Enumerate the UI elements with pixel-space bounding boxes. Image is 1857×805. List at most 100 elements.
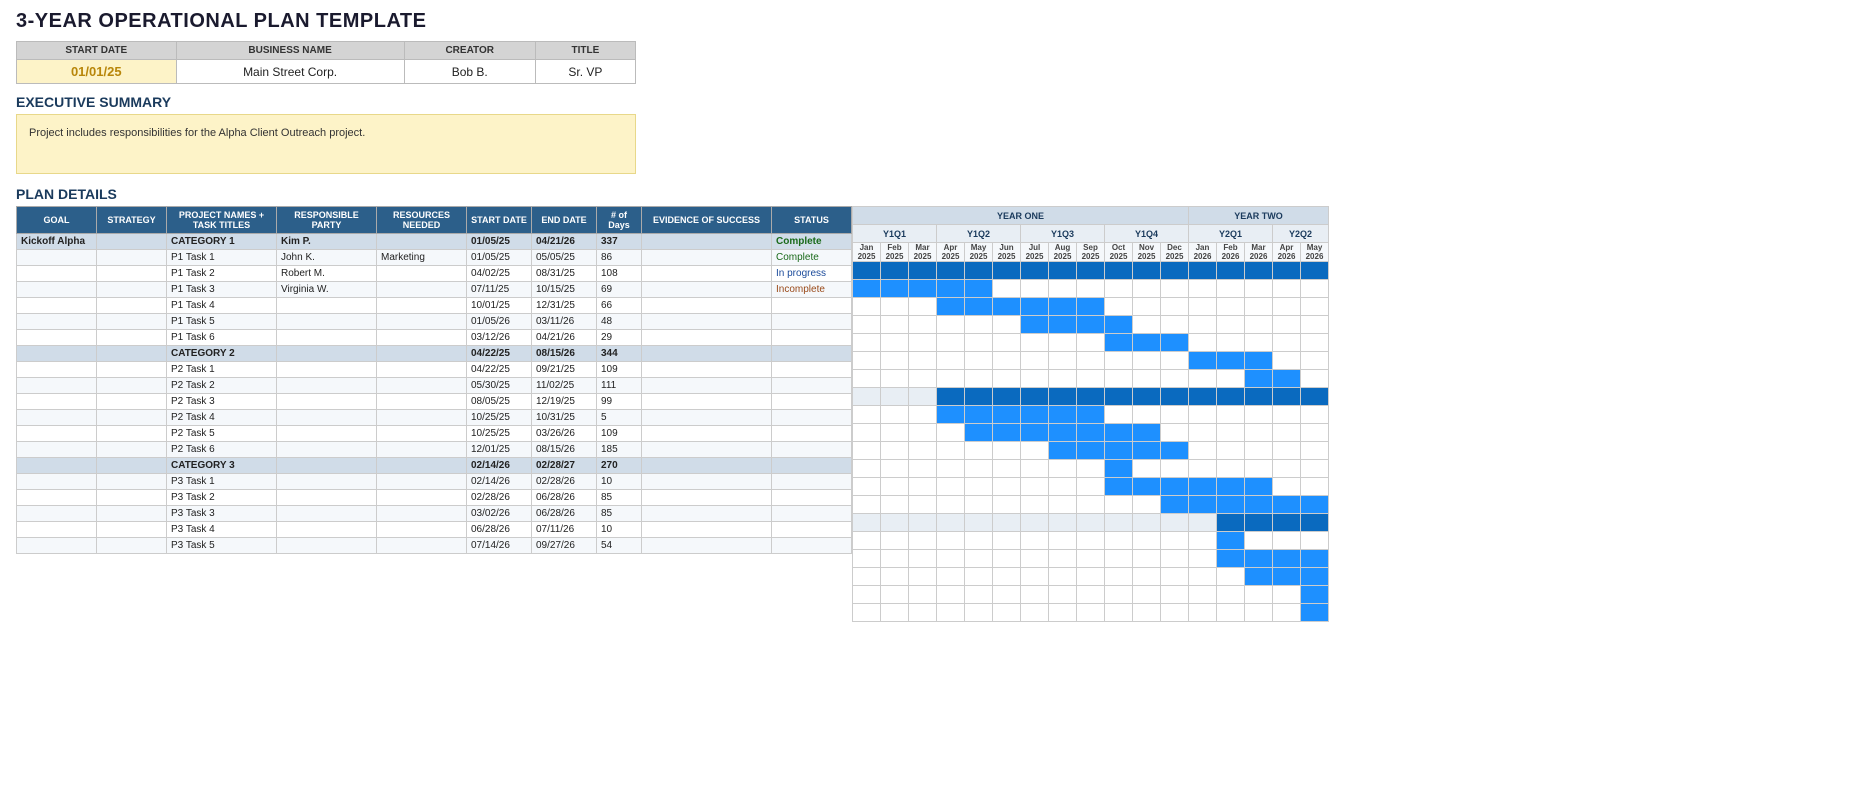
cell-days: 29	[597, 330, 642, 346]
gantt-row	[853, 298, 1329, 316]
gantt-cell	[965, 478, 993, 496]
cell-resources	[377, 282, 467, 298]
gantt-cell	[1301, 514, 1329, 532]
gantt-cell	[1133, 604, 1161, 622]
cell-goal	[17, 378, 97, 394]
cell-resources	[377, 490, 467, 506]
col-header-resources: RESOURCES NEEDED	[377, 207, 467, 234]
gantt-cell	[1189, 298, 1217, 316]
gantt-month-label: Nov2025	[1133, 243, 1161, 262]
gantt-cell	[965, 586, 993, 604]
gantt-cell	[937, 604, 965, 622]
cell-startdate: 02/28/26	[467, 490, 532, 506]
cell-goal	[17, 362, 97, 378]
gantt-cell	[1049, 316, 1077, 334]
gantt-cell	[1273, 604, 1301, 622]
gantt-cell	[1189, 496, 1217, 514]
cell-enddate: 04/21/26	[532, 330, 597, 346]
gantt-cell	[965, 352, 993, 370]
gantt-cell	[1273, 532, 1301, 550]
gantt-cell	[1105, 280, 1133, 298]
cell-enddate: 08/15/26	[532, 442, 597, 458]
gantt-cell	[1161, 424, 1189, 442]
gantt-cell	[1021, 514, 1049, 532]
gantt-cell	[1133, 298, 1161, 316]
table-row: P1 Task 1 John K. Marketing 01/05/25 05/…	[17, 250, 852, 266]
gantt-cell	[909, 604, 937, 622]
table-row: P2 Task 6 12/01/25 08/15/26 185	[17, 442, 852, 458]
gantt-month-label: May2025	[965, 243, 993, 262]
cell-startdate: 10/25/25	[467, 410, 532, 426]
gantt-cell	[993, 604, 1021, 622]
cell-party	[277, 458, 377, 474]
gantt-cell	[1217, 478, 1245, 496]
gantt-cell	[1133, 586, 1161, 604]
gantt-cell	[1049, 280, 1077, 298]
cell-project: P3 Task 4	[167, 522, 277, 538]
gantt-cell	[1189, 352, 1217, 370]
gantt-cell	[1245, 496, 1273, 514]
gantt-cell	[1245, 352, 1273, 370]
gantt-cell	[853, 478, 881, 496]
cell-project: P2 Task 5	[167, 426, 277, 442]
gantt-cell	[1301, 442, 1329, 460]
gantt-cell	[1301, 406, 1329, 424]
table-row: P3 Task 5 07/14/26 09/27/26 54	[17, 538, 852, 554]
gantt-cell	[1133, 370, 1161, 388]
gantt-cell	[1273, 460, 1301, 478]
gantt-month-label: Jun2025	[993, 243, 1021, 262]
cell-party: Virginia W.	[277, 282, 377, 298]
cell-enddate: 06/28/26	[532, 506, 597, 522]
gantt-cell	[909, 586, 937, 604]
cell-days: 10	[597, 522, 642, 538]
cell-days: 99	[597, 394, 642, 410]
cell-evidence	[642, 346, 772, 362]
gantt-cell	[937, 352, 965, 370]
cell-resources	[377, 346, 467, 362]
cell-days: 48	[597, 314, 642, 330]
cell-evidence	[642, 394, 772, 410]
cell-enddate: 09/21/25	[532, 362, 597, 378]
plan-details-title: PLAN DETAILS	[16, 186, 1841, 202]
gantt-cell	[1161, 388, 1189, 406]
gantt-cell	[1301, 568, 1329, 586]
gantt-cell	[1105, 352, 1133, 370]
gantt-cell	[1273, 280, 1301, 298]
gantt-cell	[1077, 478, 1105, 496]
gantt-cell	[909, 514, 937, 532]
main-title: 3-YEAR OPERATIONAL PLAN TEMPLATE	[16, 10, 1841, 33]
gantt-cell	[1217, 316, 1245, 334]
gantt-cell	[881, 370, 909, 388]
gantt-cell	[937, 442, 965, 460]
cell-startdate: 10/01/25	[467, 298, 532, 314]
gantt-year-one-label: YEAR ONE	[853, 207, 1189, 225]
gantt-cell	[909, 388, 937, 406]
gantt-cell	[881, 478, 909, 496]
gantt-cell	[1217, 352, 1245, 370]
col-header-project: PROJECT NAMES + TASK TITLES	[167, 207, 277, 234]
gantt-cell	[1049, 370, 1077, 388]
gantt-cell	[1105, 550, 1133, 568]
cell-resources	[377, 458, 467, 474]
gantt-cell	[1021, 550, 1049, 568]
gantt-cell	[1217, 370, 1245, 388]
cell-party	[277, 378, 377, 394]
gantt-cell	[881, 550, 909, 568]
col-header-party: RESPONSIBLE PARTY	[277, 207, 377, 234]
gantt-cell	[1273, 550, 1301, 568]
cell-evidence	[642, 538, 772, 554]
cell-startdate: 10/25/25	[467, 426, 532, 442]
cell-days: 185	[597, 442, 642, 458]
gantt-cell	[937, 478, 965, 496]
gantt-cell	[1077, 550, 1105, 568]
header-table: START DATE BUSINESS NAME CREATOR TITLE 0…	[16, 41, 636, 84]
cell-days: 85	[597, 506, 642, 522]
gantt-cell	[1245, 478, 1273, 496]
gantt-cell	[853, 604, 881, 622]
cell-party	[277, 506, 377, 522]
gantt-cell	[909, 460, 937, 478]
gantt-row	[853, 406, 1329, 424]
gantt-cell	[1105, 568, 1133, 586]
cell-startdate: 01/05/25	[467, 234, 532, 250]
cell-evidence	[642, 490, 772, 506]
